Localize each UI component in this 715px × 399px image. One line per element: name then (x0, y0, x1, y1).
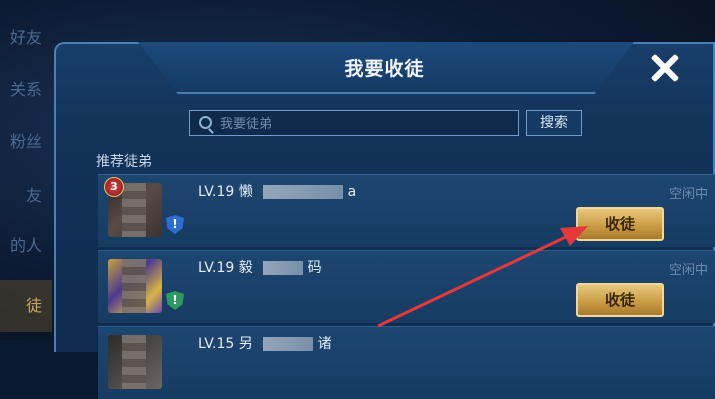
rank-badge: 3 (104, 177, 124, 197)
player-name: LV.19 毅 码 (198, 257, 322, 277)
apprentice-card: ! LV.19 毅 码 空闲中 收徒 (98, 250, 715, 323)
nav-item-friends[interactable]: 好友 (0, 18, 52, 58)
player-name-last: 码 (307, 260, 322, 276)
status-label: 空闲中 (668, 263, 708, 278)
shield-icon: ! (166, 215, 184, 234)
avatar (108, 259, 162, 313)
nav-item-apprentice[interactable]: 徒 (0, 280, 52, 332)
search-input[interactable] (218, 111, 517, 137)
recruit-apprentice-dialog: 我要收徒 搜索 推荐徒弟 3 ! LV.19 懒 a 空闲中 收徒 ! LV.1… (54, 42, 715, 399)
search-button[interactable]: 搜索 (526, 110, 582, 136)
player-name-first: 毅 (238, 260, 253, 276)
player-name-first: 懒 (238, 184, 253, 200)
name-redaction (263, 185, 344, 199)
name-redaction (263, 337, 314, 351)
player-level: LV.19 (198, 184, 235, 200)
search-field[interactable] (189, 110, 519, 137)
player-name-last: 诸 (317, 336, 332, 352)
left-nav: 好友 关系 粉丝 友 的人 徒 (0, 0, 60, 340)
player-name-first: 另 (238, 336, 253, 352)
accept-apprentice-button[interactable]: 收徒 (576, 283, 664, 317)
nav-item-relations[interactable]: 关系 (0, 70, 52, 110)
player-name-last: a (347, 184, 357, 200)
close-icon[interactable] (647, 50, 683, 86)
player-name: LV.19 懒 a (198, 181, 356, 201)
player-level: LV.19 (198, 260, 235, 276)
status-label: 空闲中 (668, 187, 708, 202)
nav-item-fans[interactable]: 粉丝 (0, 122, 52, 162)
nav-item-friend[interactable]: 友 (0, 176, 52, 216)
player-level: LV.15 (198, 336, 235, 352)
nav-item-people[interactable]: 的人 (0, 226, 52, 266)
apprentice-card: 3 ! LV.19 懒 a 空闲中 收徒 (98, 174, 715, 247)
dialog-title: 我要收徒 (344, 58, 425, 80)
avatar (108, 335, 162, 389)
name-redaction (263, 261, 304, 275)
shield-icon: ! (166, 291, 184, 310)
search-icon (199, 116, 212, 129)
player-name: LV.15 另 诸 (198, 333, 332, 353)
section-title-recommended: 推荐徒弟 (96, 154, 152, 170)
apprentice-card: LV.15 另 诸 (98, 326, 715, 399)
accept-apprentice-button[interactable]: 收徒 (576, 207, 664, 241)
